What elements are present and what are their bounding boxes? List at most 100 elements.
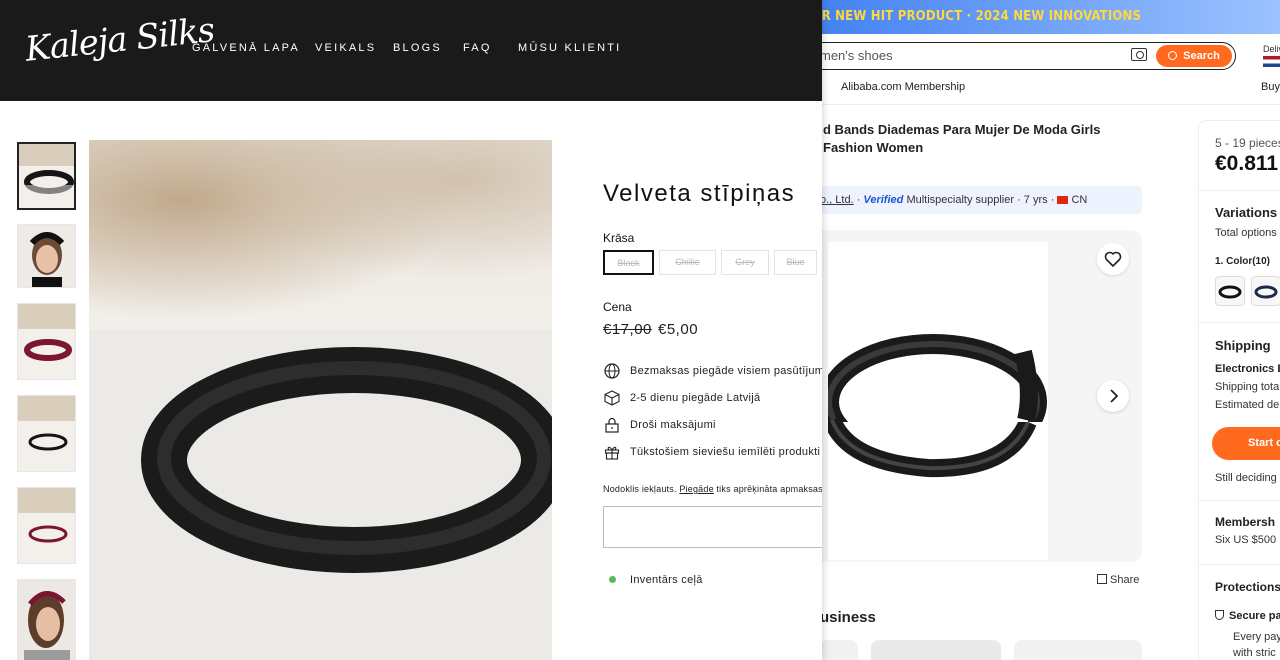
heart-icon [1104,251,1122,267]
product-title: Velveta stīpiņas [603,180,796,207]
old-price: €17,00 [603,321,652,338]
product-image[interactable] [819,242,1048,562]
thumbnail-image [18,580,75,660]
thumbnail-4[interactable] [17,395,76,472]
headband-thumb [1254,285,1278,299]
feature-delivery-time: 2-5 dienu piegāde Latvijā [604,390,822,408]
protections-heading: Protections [1215,580,1280,594]
thumbnail-image [18,225,75,287]
feature-text: Tūkstošiem sieviešu iemīlēti produkti [630,446,821,458]
divider [1198,190,1280,191]
still-deciding: Still deciding [1215,472,1277,484]
netherlands-flag-icon[interactable] [1263,56,1280,67]
shipping-method[interactable]: Electronics E [1215,363,1280,375]
divider [1198,500,1280,501]
with-strict-text: with stric [1233,647,1276,659]
membership-heading: Membersh [1215,515,1276,529]
globe-icon [604,363,620,379]
membership-link[interactable]: Alibaba.com Membership [841,81,965,93]
supplier-link[interactable]: o., Ltd. [820,194,854,206]
nav-blog[interactable]: BLOGS [393,42,442,54]
thumbnail-image [18,488,75,563]
supplier-country: CN [1071,194,1088,206]
camera-icon[interactable] [1131,48,1147,61]
swatch-label: Chillie [675,257,700,267]
feature-text: 2-5 dienu piegāde Latvijā [630,392,761,404]
swatch-chillie[interactable]: Chillie [659,250,716,275]
headband-thumb [1218,285,1242,299]
swatch-label: Grey [735,257,755,267]
nav-shop[interactable]: VEIKALS [315,42,376,54]
start-order-button[interactable]: Start o [1212,427,1280,460]
inventory-status: Inventārs ceļā [630,574,703,586]
shipping-total: Shipping tota [1215,381,1280,393]
thumbnail-2[interactable] [17,224,76,288]
supplier-info: Multispecialty supplier · 7 yrs · [906,194,1055,206]
feature-loved-products: Tūkstošiem sieviešu iemīlēti produkti [604,444,822,462]
kaleja-window: Kaleja Silks GALVENĀ LAPA VEIKALS BLOGS … [0,0,822,660]
search-button-label: Search [1183,50,1220,62]
product-title: d Bands Diademas Para Mujer De Moda Girl… [823,122,1101,155]
share-icon [1097,574,1107,584]
unit-price: €0.811 [1215,152,1279,175]
membership-info: Six US $500 [1215,534,1277,546]
related-card[interactable] [1014,640,1142,660]
shield-icon [1215,610,1224,620]
deliver-to-label[interactable]: Deliv [1263,44,1280,54]
shipping-heading: Shipping [1215,338,1271,353]
search-input[interactable]: men's shoes [820,48,893,63]
add-to-cart-box[interactable] [603,506,822,548]
thumbnail-1[interactable] [17,142,76,210]
nav-faq[interactable]: FAQ [463,42,492,54]
swatch-blue[interactable]: Blue [774,250,817,275]
tax-note: Nodoklis iekļauts. Piegāde tiks aprēķinā… [603,484,822,494]
thumbnail-5[interactable] [17,487,76,564]
divider [1198,564,1280,565]
swatch-label: Blue [786,257,805,267]
next-image-button[interactable] [1097,380,1129,412]
divider [1198,322,1280,323]
feature-secure-payments: Droši maksājumi [604,417,822,435]
headband-photo [819,334,1048,562]
shipping-link[interactable]: Piegāde [679,484,713,494]
search-button[interactable]: Search [1156,45,1232,67]
divider [800,104,1280,105]
tax-text: Nodoklis iekļauts. [603,484,677,494]
thumbnail-image [18,396,75,471]
nav-home[interactable]: GALVENĀ LAPA [192,42,300,54]
color-option[interactable] [1251,276,1280,306]
buyer-link[interactable]: Buy [1261,81,1280,93]
chevron-right-icon [1110,389,1119,403]
every-payment-text: Every pay [1233,631,1280,643]
related-card[interactable] [820,640,858,660]
verified-badge: Verified [863,194,904,206]
inventory-status-dot [609,576,616,583]
total-options[interactable]: Total options [1215,227,1277,239]
swatch-grey[interactable]: Grey [721,250,769,275]
thumbnail-6[interactable] [17,579,76,660]
nav-clients[interactable]: MŪSU KLIENTI [518,42,621,54]
price-range: 5 - 19 pieces [1215,136,1280,150]
secure-payments-label: Secure pa [1229,610,1280,622]
business-heading: usiness [820,609,876,626]
estimated-delivery: Estimated de [1215,399,1280,411]
gift-icon [604,446,620,460]
sale-price: €5,00 [658,321,699,338]
main-product-image[interactable] [89,140,552,660]
share-label: Share [1110,574,1140,586]
thumbnail-3[interactable] [17,303,76,380]
color-label: 1. Color(10) [1215,256,1271,267]
lock-icon [605,417,619,433]
share-button[interactable]: Share [1097,574,1139,586]
promo-banner-text: UR NEW HIT PRODUCT · 2024 NEW INNOVATION… [812,9,1142,24]
swatch-label: Black [617,258,640,268]
secure-payments: Secure pa [1215,610,1280,622]
search-icon [1168,51,1178,60]
package-icon [604,390,620,406]
favorite-button[interactable] [1097,243,1129,275]
color-option[interactable] [1215,276,1245,306]
swatch-black[interactable]: Black [603,250,654,275]
variations-heading: Variations [1215,205,1278,220]
related-card[interactable] [871,640,1001,660]
feature-text: Droši maksājumi [630,419,716,431]
